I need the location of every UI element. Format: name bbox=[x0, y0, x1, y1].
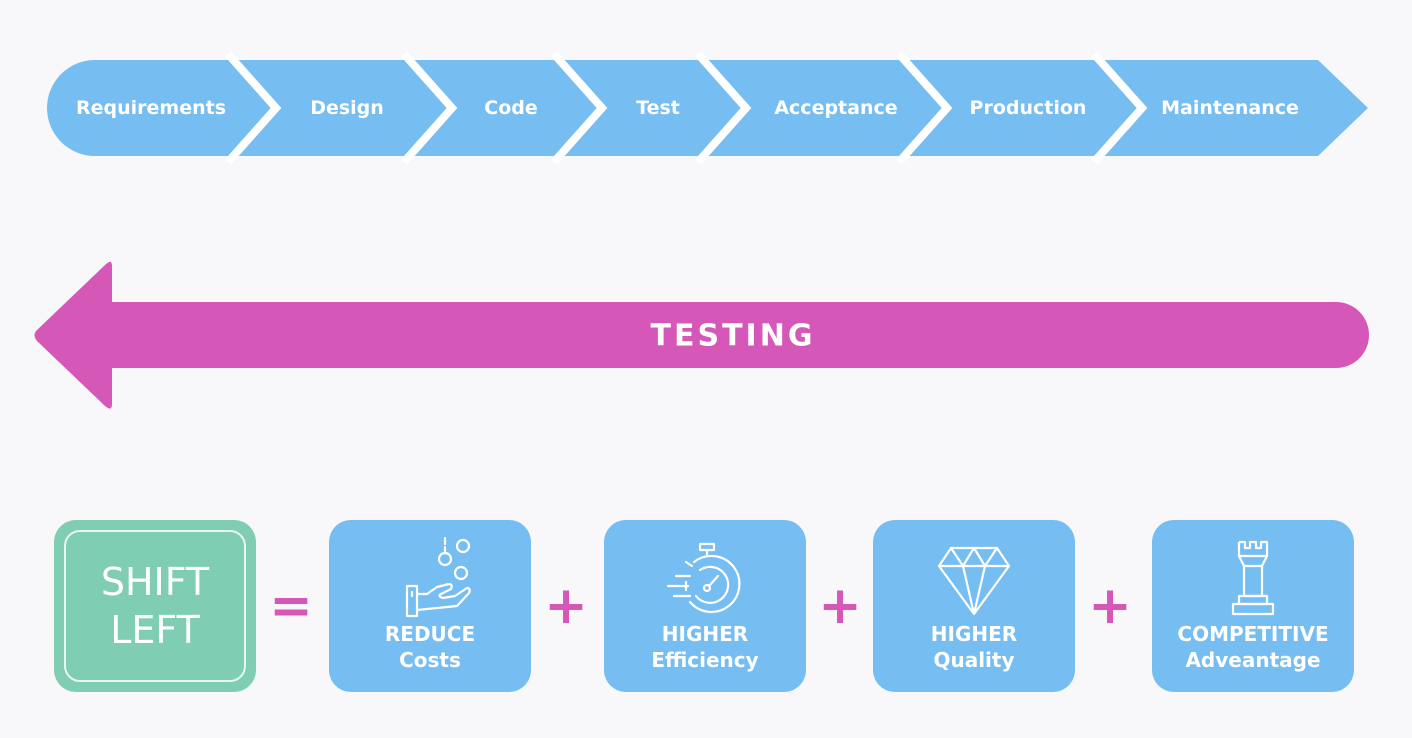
stage-requirements: Requirements bbox=[76, 97, 226, 119]
shift-left-line2: LEFT bbox=[110, 608, 200, 652]
benefit-line2: Quality bbox=[933, 648, 1015, 672]
shift-left-box: SHIFT LEFT bbox=[54, 520, 256, 692]
benefit-line2: Efficiency bbox=[651, 648, 759, 672]
benefit-higher-quality: HIGHER Quality bbox=[873, 520, 1075, 692]
stage-acceptance: Acceptance bbox=[774, 97, 897, 119]
shift-left-inner: SHIFT LEFT bbox=[64, 530, 246, 682]
plus-sign: + bbox=[818, 576, 862, 636]
stage-code: Code bbox=[484, 97, 537, 119]
equals-sign: = bbox=[269, 576, 313, 636]
benefit-competitive-advantage: COMPETITIVE Adveantage bbox=[1152, 520, 1354, 692]
testing-label: TESTING bbox=[651, 319, 816, 354]
benefit-reduce-costs: REDUCE Costs bbox=[329, 520, 531, 692]
hand-coins-icon bbox=[405, 536, 471, 618]
benefit-line1: HIGHER bbox=[930, 622, 1018, 646]
stage-production: Production bbox=[970, 97, 1087, 119]
shift-left-line1: SHIFT bbox=[100, 560, 210, 604]
benefit-line2: Costs bbox=[399, 648, 461, 672]
chess-rook-icon bbox=[1231, 540, 1275, 616]
benefit-higher-efficiency: HIGHER Efficiency bbox=[604, 520, 806, 692]
benefit-line2: Adveantage bbox=[1185, 648, 1321, 672]
stage-test: Test bbox=[636, 97, 680, 119]
benefit-line1: COMPETITIVE bbox=[1177, 622, 1329, 646]
diamond-icon bbox=[937, 546, 1011, 616]
stopwatch-icon bbox=[666, 542, 741, 613]
plus-sign: + bbox=[1088, 576, 1132, 636]
benefit-line1: HIGHER bbox=[661, 622, 749, 646]
stage-design: Design bbox=[310, 97, 384, 119]
benefit-line1: REDUCE bbox=[384, 622, 476, 646]
plus-sign: + bbox=[544, 576, 588, 636]
stage-maintenance: Maintenance bbox=[1161, 97, 1299, 119]
